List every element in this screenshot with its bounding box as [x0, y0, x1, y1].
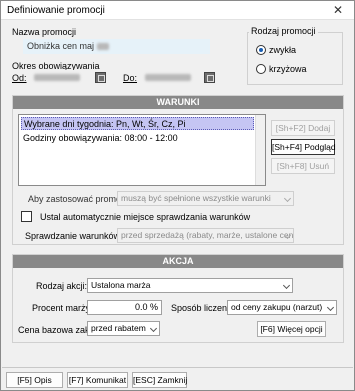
auto-check-label: Ustal automatycznie miejsce sprawdzania … — [40, 212, 251, 222]
calc-method-value: od ceny zakupu (narzut) — [231, 302, 323, 312]
apply-rule-value: muszą być spełnione wszystkie warunki — [121, 193, 271, 203]
list-scrollbar[interactable] — [255, 115, 265, 185]
check-mode-label: Sprawdzanie warunków: — [25, 231, 123, 241]
date-to-label: Do: — [123, 73, 138, 83]
radio-normal-label: zwykła — [269, 45, 297, 55]
conditions-list[interactable]: Wybrane dni tygodnia: Pn, Wt, Śr, Cz, Pi… — [18, 114, 266, 186]
chevron-down-icon — [282, 281, 291, 290]
chevron-down-icon — [326, 303, 335, 312]
calendar-from-icon[interactable] — [95, 72, 106, 83]
action-type-select[interactable]: Ustalona marża — [87, 278, 293, 293]
date-to-input[interactable] — [141, 70, 199, 85]
radio-normal[interactable] — [256, 45, 266, 55]
check-mode-select[interactable]: przed sprzedażą (rabaty, marże, ustalone… — [117, 228, 294, 243]
redacted-text — [96, 43, 109, 51]
chevron-down-icon — [149, 324, 158, 333]
action-type-label: Rodzaj akcji: — [36, 281, 88, 291]
action-type-value: Ustalona marża — [91, 280, 151, 290]
margin-label: Procent marży: — [32, 303, 93, 313]
margin-value: 0.0 % — [134, 302, 158, 312]
more-options-button[interactable]: [F6] Więcej opcji — [257, 321, 326, 337]
calc-method-select[interactable]: od ceny zakupu (narzut) — [227, 300, 337, 315]
promo-type-group — [247, 32, 343, 85]
promo-name-input[interactable]: Obniżka cen maj — [23, 39, 210, 54]
margin-input[interactable]: 0.0 % — [87, 300, 162, 315]
auto-check-checkbox[interactable] — [21, 211, 32, 222]
list-item[interactable]: Wybrane dni tygodnia: Pn, Wt, Śr, Cz, Pi — [21, 117, 254, 130]
base-price-value: przed rabatem — [91, 323, 146, 333]
chevron-down-icon — [283, 194, 292, 203]
title-bar: Definiowanie promocji ✕ — [1, 1, 354, 20]
conditions-header: WARUNKI — [13, 96, 343, 109]
redacted-date — [145, 74, 191, 82]
promo-name-label: Nazwa promocji — [12, 27, 77, 37]
close-button[interactable]: [ESC] Zamknij — [132, 372, 187, 388]
description-button[interactable]: [F5] Opis — [6, 372, 63, 388]
preview-condition-button[interactable]: [Sh+F4] Podgląd — [271, 139, 336, 155]
list-item[interactable]: Godziny obowiązywania: 08:00 - 12:00 — [21, 132, 254, 145]
redacted-date — [34, 74, 80, 82]
calendar-to-icon[interactable] — [204, 72, 215, 83]
radio-cross[interactable] — [256, 64, 266, 74]
base-price-select[interactable]: przed rabatem — [87, 321, 160, 336]
add-condition-button[interactable]: [Sh+F2] Dodaj — [271, 120, 335, 136]
apply-rule-select[interactable]: muszą być spełnione wszystkie warunki — [117, 191, 294, 206]
date-from-label: Od: — [12, 73, 27, 83]
promotion-dialog: Definiowanie promocji ✕ Nazwa promocji O… — [0, 0, 355, 391]
delete-condition-button[interactable]: [Sh+F8] Usuń — [271, 158, 335, 174]
promo-name-value: Obniżka cen maj — [27, 41, 95, 51]
promo-type-title: Rodzaj promocji — [249, 26, 318, 36]
date-from-input[interactable] — [30, 70, 88, 85]
footer-divider — [2, 367, 353, 368]
check-mode-value: przed sprzedażą (rabaty, marże, ustalone… — [121, 230, 294, 240]
radio-cross-label: krzyżowa — [269, 64, 307, 74]
close-icon[interactable]: ✕ — [324, 1, 352, 19]
base-price-label: Cena bazowa zak.: — [18, 325, 95, 335]
window-title: Definiowanie promocji — [7, 5, 105, 16]
message-button[interactable]: [F7] Komunikat — [67, 372, 128, 388]
action-header: AKCJA — [13, 255, 343, 268]
